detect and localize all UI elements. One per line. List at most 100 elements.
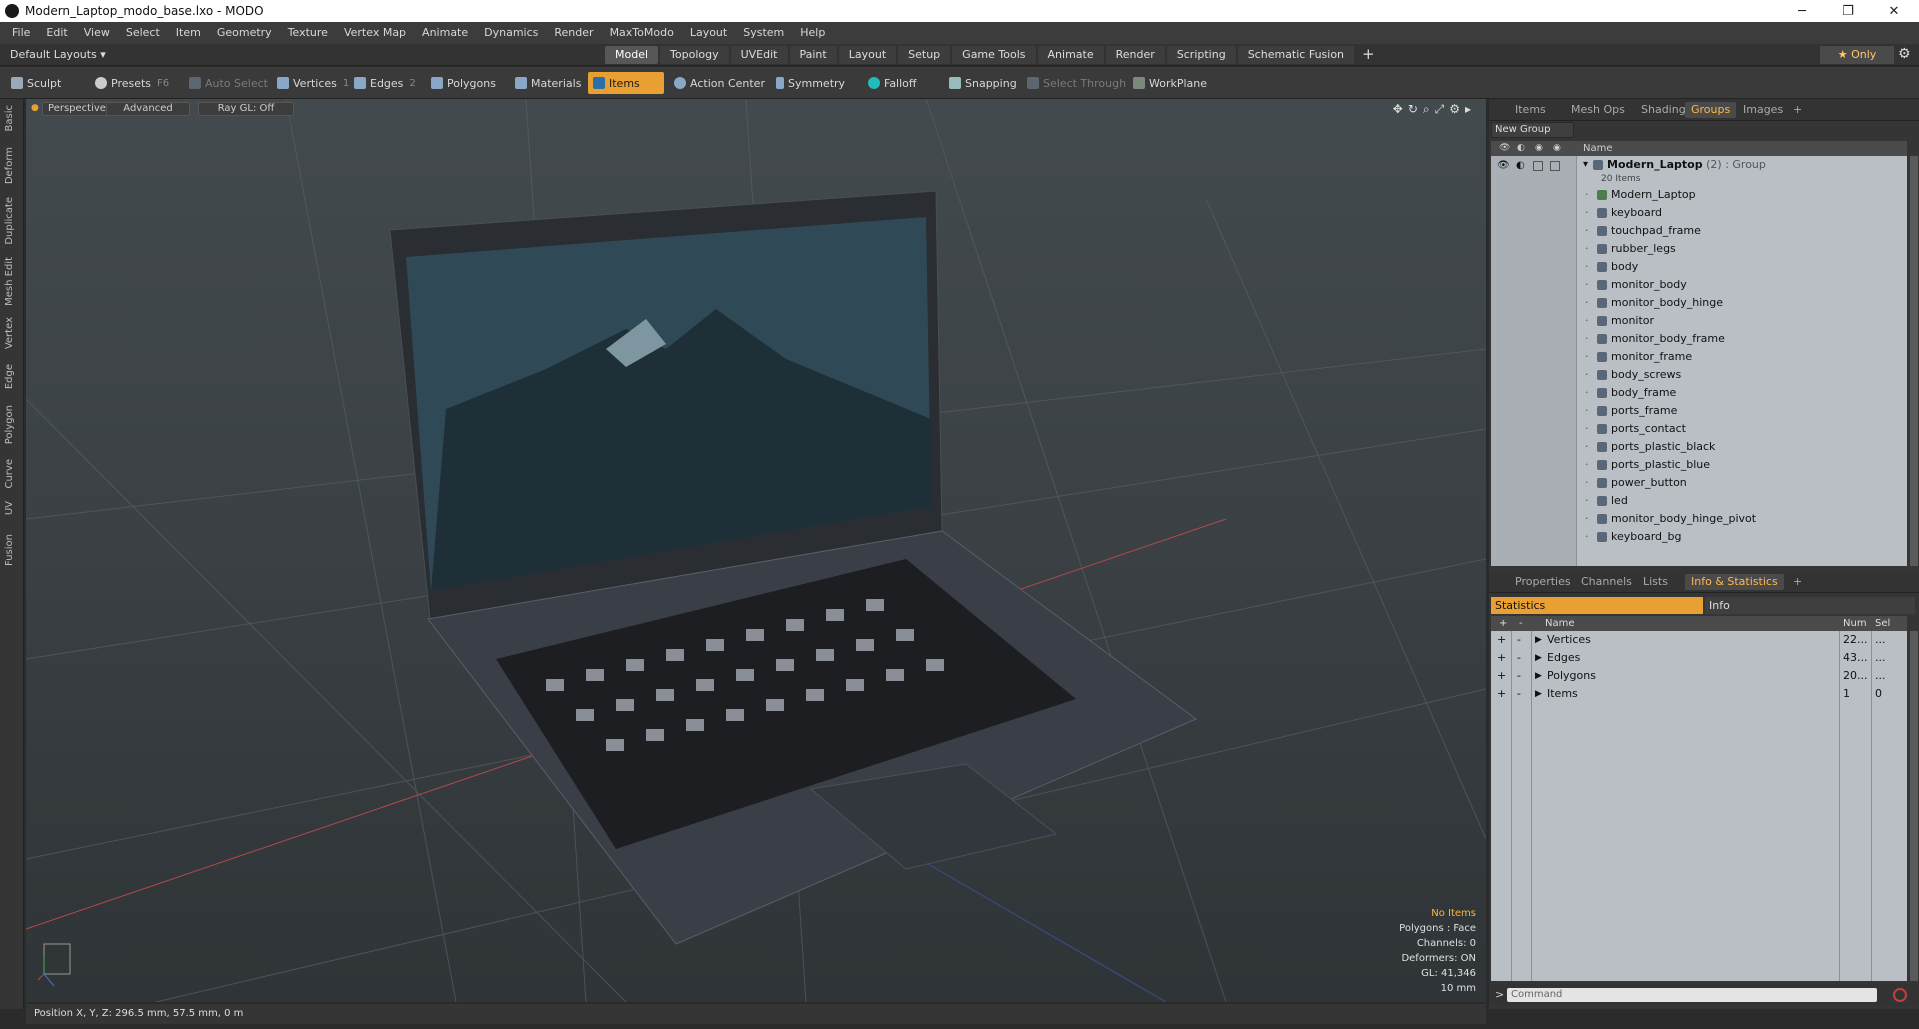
viewport-menu-icon[interactable]: ● bbox=[31, 103, 39, 113]
tab-schematic-fusion[interactable]: Schematic Fusion bbox=[1237, 46, 1355, 64]
viewport-3d[interactable]: ● Perspective Advanced Ray GL: Off ✥↻⌕⤢⚙… bbox=[26, 99, 1486, 1002]
tab-scripting[interactable]: Scripting bbox=[1166, 46, 1236, 64]
stats-collapse-button[interactable]: - bbox=[1517, 667, 1521, 685]
tooltab-mesh-edit[interactable]: Mesh Edit bbox=[4, 257, 15, 306]
perspective-dropdown[interactable]: Perspective bbox=[42, 102, 112, 116]
command-input[interactable]: Command bbox=[1507, 988, 1877, 1002]
group-item-row[interactable]: · monitor_body_frame bbox=[1577, 330, 1907, 348]
tab-game-tools[interactable]: Game Tools bbox=[952, 46, 1036, 64]
polygons-button[interactable]: Polygons bbox=[426, 72, 501, 94]
menu-render[interactable]: Render bbox=[546, 22, 601, 44]
menu-select[interactable]: Select bbox=[118, 22, 168, 44]
stats-row[interactable]: ▶ + - Items 1 0 bbox=[1491, 685, 1907, 703]
add-tab-button[interactable]: + bbox=[1356, 46, 1381, 64]
group-item-row[interactable]: · body_frame bbox=[1577, 384, 1907, 402]
minimize-button[interactable]: ─ bbox=[1779, 0, 1825, 22]
group-item-row[interactable]: · monitor_frame bbox=[1577, 348, 1907, 366]
tooltab-deform[interactable]: Deform bbox=[4, 147, 15, 184]
collapse-icon[interactable]: ▾ bbox=[1583, 156, 1588, 174]
new-group-button[interactable]: New Group bbox=[1491, 122, 1574, 138]
stats-expand-button[interactable]: + bbox=[1497, 631, 1506, 649]
tab-info-statistics[interactable]: Info & Statistics bbox=[1685, 574, 1784, 590]
group-item-row[interactable]: · rubber_legs bbox=[1577, 240, 1907, 258]
group-item-row[interactable]: · monitor_body bbox=[1577, 276, 1907, 294]
tab-images[interactable]: Images bbox=[1737, 102, 1789, 118]
collapse-all-button[interactable]: - bbox=[1519, 616, 1523, 631]
only-toggle[interactable]: ★ Only bbox=[1820, 46, 1894, 64]
add-lower-tab-button[interactable]: + bbox=[1787, 574, 1808, 590]
tooltab-vertex[interactable]: Vertex bbox=[4, 317, 15, 349]
stats-expand-button[interactable]: + bbox=[1497, 649, 1506, 667]
tooltab-edge[interactable]: Edge bbox=[4, 364, 15, 389]
tab-channels[interactable]: Channels bbox=[1575, 574, 1638, 590]
gear-icon[interactable]: ⚙ bbox=[1898, 46, 1911, 62]
tab-shading[interactable]: Shading bbox=[1635, 102, 1692, 118]
menu-item[interactable]: Item bbox=[168, 22, 209, 44]
menu-system[interactable]: System bbox=[735, 22, 792, 44]
stats-collapse-button[interactable]: - bbox=[1517, 631, 1521, 649]
record-icon[interactable] bbox=[1893, 988, 1907, 1002]
tab-model[interactable]: Model bbox=[605, 46, 659, 64]
group-item-row[interactable]: · Modern_Laptop bbox=[1577, 186, 1907, 204]
close-button[interactable]: ✕ bbox=[1871, 0, 1917, 22]
menu-help[interactable]: Help bbox=[792, 22, 833, 44]
tab-groups[interactable]: Groups bbox=[1685, 102, 1737, 118]
advanced-dropdown[interactable]: Advanced bbox=[106, 102, 190, 116]
stats-collapse-button[interactable]: - bbox=[1517, 649, 1521, 667]
group-render-toggle[interactable]: ◐ bbox=[1516, 160, 1525, 171]
tooltab-curve[interactable]: Curve bbox=[4, 459, 15, 489]
group-item-row[interactable]: · touchpad_frame bbox=[1577, 222, 1907, 240]
viewport-nav-icons[interactable]: ✥↻⌕⤢⚙▸ bbox=[1393, 102, 1476, 117]
group-item-row[interactable]: · ports_plastic_black bbox=[1577, 438, 1907, 456]
group-item-row[interactable]: · body bbox=[1577, 258, 1907, 276]
group-item-row[interactable]: · ports_frame bbox=[1577, 402, 1907, 420]
menu-file[interactable]: File bbox=[4, 22, 38, 44]
tab-topology[interactable]: Topology bbox=[660, 46, 729, 64]
group-item-row[interactable]: · power_button bbox=[1577, 474, 1907, 492]
stats-expand-button[interactable]: + bbox=[1497, 667, 1506, 685]
group-lock-toggle[interactable] bbox=[1533, 161, 1543, 171]
group-row-modern-laptop[interactable]: ▾ Modern_Laptop (2) : Group 20 Items bbox=[1577, 156, 1907, 186]
tab-mesh-ops[interactable]: Mesh Ops bbox=[1565, 102, 1631, 118]
expand-all-button[interactable]: + bbox=[1499, 616, 1507, 631]
symmetry-button[interactable]: Symmetry bbox=[771, 72, 850, 94]
tab-paint[interactable]: Paint bbox=[789, 46, 837, 64]
default-layouts-dropdown[interactable]: Default Layouts ▾ bbox=[10, 48, 106, 61]
stats-row[interactable]: ▶ + - Edges 43...... bbox=[1491, 649, 1907, 667]
expand-arrow-icon[interactable]: ▶ bbox=[1535, 649, 1542, 667]
tab-render[interactable]: Render bbox=[1105, 46, 1165, 64]
tooltab-duplicate[interactable]: Duplicate bbox=[4, 197, 15, 245]
statistics-list[interactable]: ▶ + - Vertices 22...... ▶ + - Edges 43...... ▶ + - Po… bbox=[1491, 631, 1907, 981]
menu-animate[interactable]: Animate bbox=[414, 22, 476, 44]
menu-vertex-map[interactable]: Vertex Map bbox=[336, 22, 414, 44]
group-item-row[interactable]: · led bbox=[1577, 492, 1907, 510]
group-item-row[interactable]: · body_screws bbox=[1577, 366, 1907, 384]
group-item-row[interactable]: · ports_contact bbox=[1577, 420, 1907, 438]
tab-animate[interactable]: Animate bbox=[1037, 46, 1104, 64]
expand-arrow-icon[interactable]: ▶ bbox=[1535, 631, 1542, 649]
menu-geometry[interactable]: Geometry bbox=[209, 22, 280, 44]
menu-edit[interactable]: Edit bbox=[38, 22, 75, 44]
tooltab-basic[interactable]: Basic bbox=[4, 105, 15, 131]
items-button[interactable]: Items bbox=[588, 72, 664, 94]
menu-layout[interactable]: Layout bbox=[682, 22, 735, 44]
stats-collapse-button[interactable]: - bbox=[1517, 685, 1521, 703]
vertices-button[interactable]: Vertices 1 bbox=[272, 72, 354, 94]
info-tab[interactable]: Info bbox=[1705, 597, 1915, 614]
group-item-row[interactable]: · monitor_body_hinge bbox=[1577, 294, 1907, 312]
tab-layout[interactable]: Layout bbox=[838, 46, 897, 64]
tab-items[interactable]: Items bbox=[1509, 102, 1552, 118]
action-center-button[interactable]: Action Center bbox=[669, 72, 770, 94]
menu-view[interactable]: View bbox=[76, 22, 118, 44]
expand-arrow-icon[interactable]: ▶ bbox=[1535, 667, 1542, 685]
stats-row[interactable]: ▶ + - Vertices 22...... bbox=[1491, 631, 1907, 649]
tab-setup[interactable]: Setup bbox=[898, 46, 951, 64]
tooltab-fusion[interactable]: Fusion bbox=[4, 534, 15, 566]
groups-list[interactable]: 👁 ◐ ▾ Modern_Laptop (2) : Group 20 Items… bbox=[1491, 156, 1907, 566]
tooltab-polygon[interactable]: Polygon bbox=[4, 405, 15, 444]
expand-arrow-icon[interactable]: ▶ bbox=[1535, 685, 1542, 703]
tab-uvedit[interactable]: UVEdit bbox=[730, 46, 788, 64]
menu-dynamics[interactable]: Dynamics bbox=[476, 22, 546, 44]
menu-maxtomodo[interactable]: MaxToModo bbox=[602, 22, 682, 44]
group-item-row[interactable]: · monitor_body_hinge_pivot bbox=[1577, 510, 1907, 528]
